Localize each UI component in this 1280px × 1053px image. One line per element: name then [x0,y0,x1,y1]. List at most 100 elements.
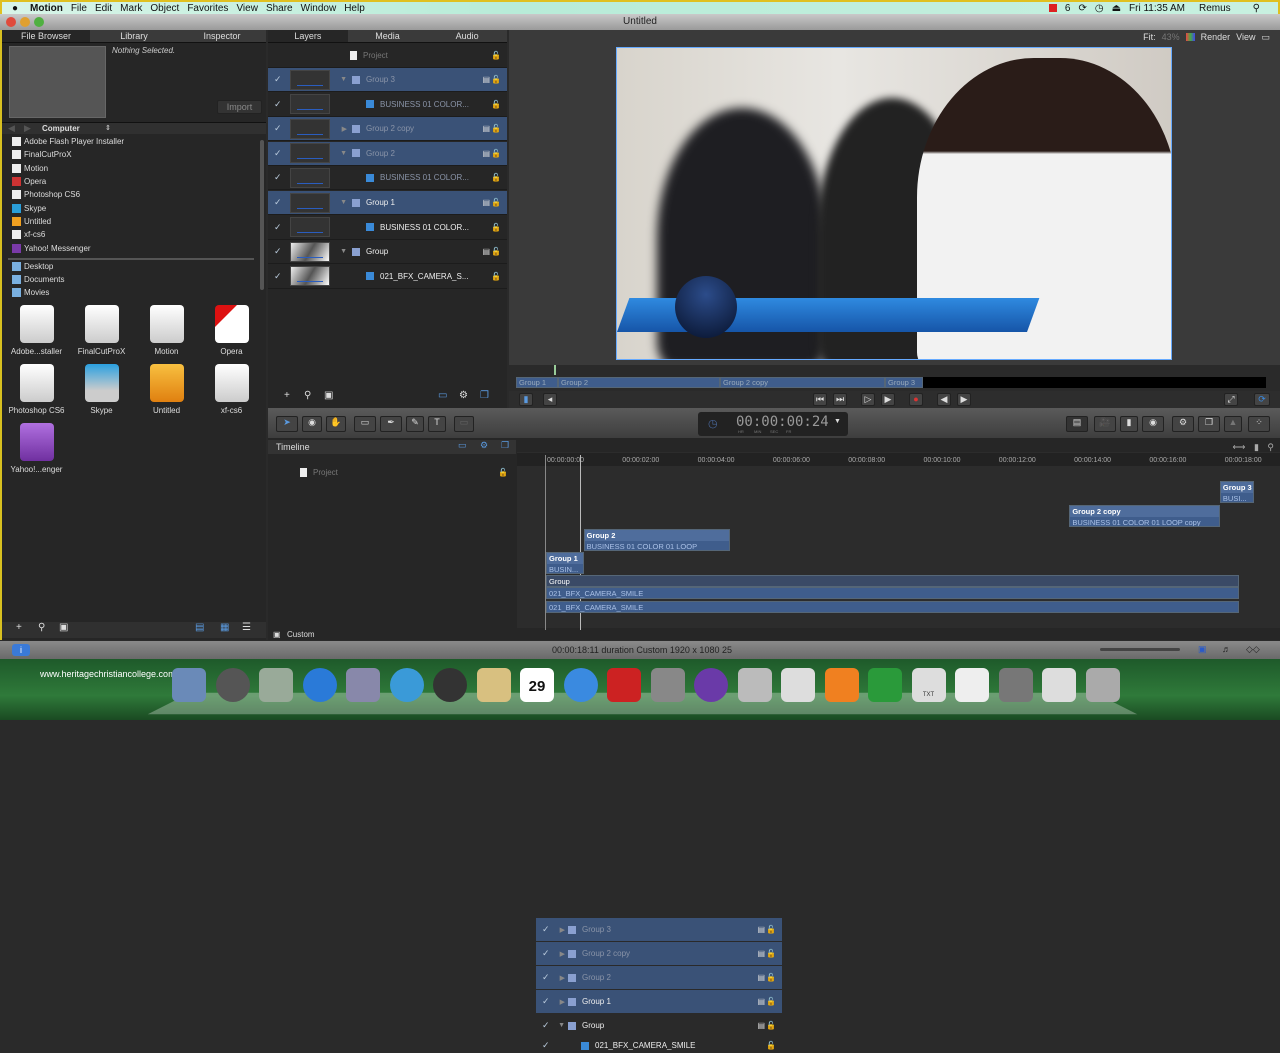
list-item[interactable]: Adobe Flash Player Installer [2,135,260,148]
visibility-checkbox[interactable]: ✓ [274,124,283,133]
user-name[interactable]: Remus [1199,3,1231,14]
list-item[interactable]: FinalCutProX [2,148,260,161]
disclosure-triangle-icon[interactable]: ▶ [551,950,568,958]
group-mode-icon[interactable]: ▤ [757,1021,765,1030]
mini-clip[interactable]: Group 3 [885,377,923,388]
timeline-row[interactable]: ✓ ▼ Group ▤ 🔓 [536,1014,782,1037]
dock-system-preferences-icon[interactable] [650,668,685,702]
visibility-checkbox[interactable]: ✓ [542,1021,551,1030]
layer-row[interactable]: ✓ 021_BFX_CAMERA_S... 🔓 [268,265,507,289]
lock-icon[interactable]: 🔓 [491,198,501,207]
grid-item[interactable]: Adobe...staller [4,305,69,356]
disclosure-triangle-icon[interactable]: ▼ [551,1022,568,1029]
tab-layers[interactable]: Layers [268,30,348,42]
rectangle-tool[interactable]: ▭ [354,416,376,432]
list-item[interactable]: Untitled [2,215,260,228]
zoom-icon[interactable]: ⚲ [1267,442,1274,452]
visibility-checkbox[interactable]: ✓ [542,1041,551,1050]
search-icon[interactable]: ⚲ [304,390,311,401]
eject-icon[interactable]: ⏏ [1112,3,1121,14]
previous-frame-button[interactable]: ◀ [937,393,951,406]
display-icon[interactable]: ▭ [438,390,447,401]
emitter-button[interactable]: ⁘ [1248,416,1270,432]
group-mode-icon[interactable]: ▤ [757,949,765,958]
visibility-checkbox[interactable]: ✓ [274,148,283,158]
preview-icon[interactable]: ▣ [59,622,68,633]
zoom-button[interactable] [34,17,44,27]
spotlight-icon[interactable]: ⚲ [1253,3,1260,14]
info-button[interactable]: i [12,644,30,656]
chevron-down-icon[interactable]: ▼ [834,418,841,425]
gear-icon[interactable]: ⚙ [480,440,488,451]
camera-button[interactable]: 🎥 [1094,416,1116,432]
layer-row[interactable]: ✓ BUSINESS 01 COLOR... 🔓 [268,216,507,240]
list-item[interactable]: Photoshop CS6 [2,188,260,201]
dock-launchpad-icon[interactable] [215,668,250,702]
hud-button[interactable]: ▤ [1066,416,1088,432]
color-channels-icon[interactable] [1185,33,1195,41]
particles-button[interactable]: ▲ [1224,416,1242,432]
audio-icon[interactable]: ♬ [1222,644,1231,654]
select-tool[interactable]: ➤ [276,416,298,432]
dock-document-icon[interactable] [1042,668,1076,702]
lock-icon[interactable]: 🔓 [766,949,776,958]
list-item[interactable]: Desktop [2,260,260,273]
menu-help[interactable]: Help [344,3,365,14]
layer-row[interactable]: ✓ BUSINESS 01 COLOR... 🔓 [268,166,507,191]
layer-project[interactable]: Project 🔓 [268,44,507,68]
disclosure-triangle-icon[interactable]: ▶ [551,998,568,1006]
timeline-project-row[interactable]: Project 🔓 [268,465,514,479]
grid-item[interactable]: Skype [69,364,134,415]
lock-icon[interactable]: 🔓 [766,997,776,1006]
paint-tool[interactable]: ✎ [406,416,424,432]
dock-photo-booth-icon[interactable] [607,668,641,702]
layer-row[interactable]: ✓ ▼ Group 2 ▤ 🔓 [268,141,507,166]
grid-item[interactable]: Opera [199,305,264,356]
menu-view[interactable]: View [236,3,258,14]
playhead-marker[interactable] [554,365,556,375]
tab-file-browser[interactable]: File Browser [2,30,90,42]
loop-button[interactable]: ⟳ [1254,393,1270,406]
disclosure-triangle-icon[interactable]: ▼ [330,150,352,157]
timeline-view-icon[interactable]: ▣ [1198,644,1207,655]
timeline-clip-group[interactable]: Group [546,575,1239,587]
import-button[interactable]: Import [217,100,262,114]
audio-button[interactable]: ◂ [543,393,557,406]
add-icon[interactable]: + [16,622,22,633]
disclosure-triangle-icon[interactable]: ▶ [551,926,568,934]
gear-icon[interactable]: ⚙ [459,390,468,401]
timeline-row[interactable]: ✓ ▶ Group 1 ▤ 🔓 [536,990,782,1013]
menu-edit[interactable]: Edit [95,3,112,14]
grid-item[interactable]: xf-cs6 [199,364,264,415]
timecode-display[interactable]: ◷ 00:00:00:24 HR MIN SEC FR ▼ [698,412,848,436]
visibility-checkbox[interactable]: ✓ [542,949,551,958]
grid-item[interactable]: Untitled [134,364,199,415]
lock-icon[interactable]: 🔓 [766,1041,776,1050]
mini-timeline[interactable]: Group 1 Group 2 Group 2 copy Group 3 [512,365,1280,391]
location-dropdown[interactable]: Computer [42,123,80,135]
lock-icon[interactable]: 🔓 [491,149,501,158]
group-mode-icon[interactable]: ▤ [482,247,490,256]
dock-color-icon[interactable] [737,668,772,702]
timeline-row[interactable]: ✓ ▶ Group 2 ▤ 🔓 [536,966,782,989]
bezier-tool[interactable]: ✒ [380,416,402,432]
menu-mark[interactable]: Mark [120,3,142,14]
dock-itunes-icon[interactable] [563,668,598,702]
step-button[interactable]: ▷ [861,393,875,406]
time-machine-icon[interactable]: ◷ [1095,3,1104,14]
fullscreen-button[interactable]: ⤢ [1224,393,1238,406]
lock-icon[interactable]: 🔓 [491,173,501,182]
mini-clip[interactable]: Group 2 copy [720,377,885,388]
grid-item[interactable]: FinalCutProX [69,305,134,356]
lock-icon[interactable]: 🔓 [491,247,501,256]
minimize-button[interactable] [20,17,30,27]
add-icon[interactable]: + [284,390,290,401]
menu-file[interactable]: File [71,3,87,14]
dock-safari-icon[interactable] [389,668,424,702]
dock-trash-icon[interactable] [1085,668,1120,702]
visibility-checkbox[interactable]: ✓ [274,75,283,84]
tab-library[interactable]: Library [90,30,178,42]
filters-button[interactable]: ◉ [1142,416,1164,432]
group-mode-icon[interactable]: ▤ [757,925,765,934]
behaviors-button[interactable]: ⚙ [1172,416,1194,432]
